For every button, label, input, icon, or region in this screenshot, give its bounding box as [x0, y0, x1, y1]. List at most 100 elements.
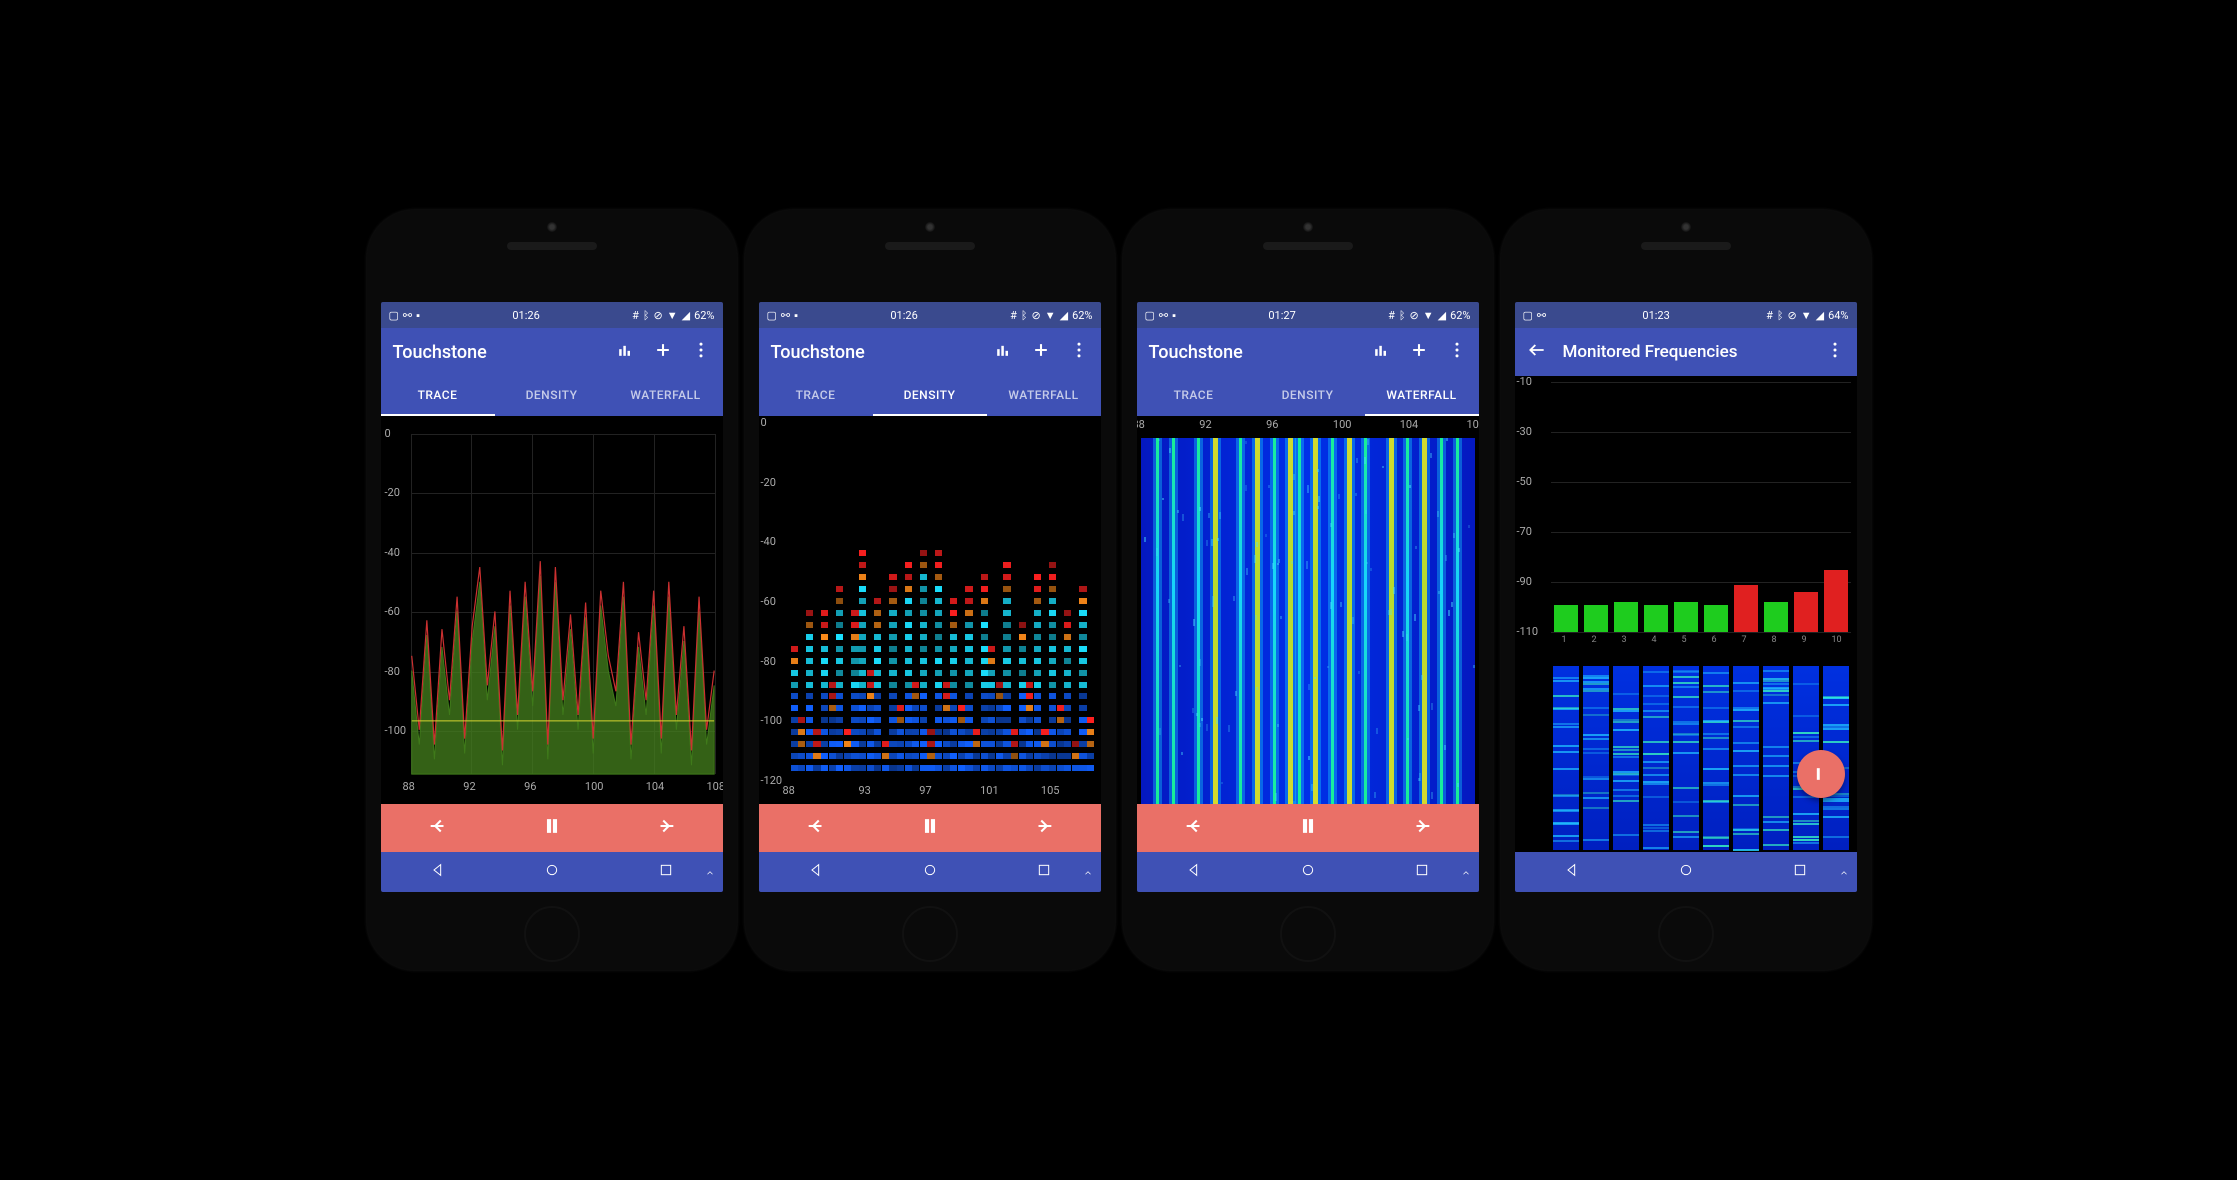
tab-density[interactable]: DENSITY — [1251, 376, 1365, 416]
pause-button[interactable] — [541, 815, 563, 841]
system-nav — [1515, 852, 1857, 892]
expand-nav-icon[interactable] — [1461, 863, 1471, 882]
back-arrow-icon[interactable] — [1527, 340, 1547, 364]
app-bar: Touchstone — [1137, 328, 1479, 376]
add-icon[interactable] — [1409, 340, 1429, 364]
expand-nav-icon[interactable] — [705, 863, 715, 882]
control-bar — [1137, 804, 1479, 852]
more-icon[interactable] — [1825, 340, 1845, 364]
status-time: 01:23 — [1642, 309, 1669, 322]
status-bar: ▢⚯▪ 01:27 #ᛒ⊘▼◢62% — [1137, 302, 1479, 328]
next-button[interactable] — [1033, 815, 1055, 841]
dnd-icon: ⊘ — [653, 309, 662, 322]
app-bar: Monitored Frequencies — [1515, 328, 1857, 376]
add-icon[interactable] — [1031, 340, 1051, 364]
bars-icon[interactable] — [615, 340, 635, 364]
bar-channel-2[interactable] — [1584, 605, 1608, 633]
add-icon[interactable] — [653, 340, 673, 364]
app-bar: Touchstone — [759, 328, 1101, 376]
more-icon[interactable] — [691, 340, 711, 364]
tab-trace[interactable]: TRACE — [759, 376, 873, 416]
bar-channel-8[interactable] — [1764, 602, 1788, 632]
app-title: Touchstone — [393, 342, 487, 363]
bar-channel-5[interactable] — [1674, 602, 1698, 632]
prev-button[interactable] — [805, 815, 827, 841]
prev-button[interactable] — [427, 815, 449, 841]
control-bar — [759, 804, 1101, 852]
bar-channel-1[interactable] — [1554, 605, 1578, 633]
system-nav — [381, 852, 723, 892]
app-bar: Touchstone — [381, 328, 723, 376]
phone-frame-4: ▢⚯ 01:23 #ᛒ⊘▼◢64% Monitored Frequencies … — [1501, 210, 1871, 970]
bar-channel-7[interactable] — [1734, 585, 1758, 633]
screen-density: ▢⚯▪ 01:26 #ᛒ⊘▼◢62% Touchstone TRACE DENS… — [759, 302, 1101, 892]
wifi-icon: ▼ — [667, 309, 678, 322]
back-button[interactable] — [1186, 862, 1202, 882]
tab-bar: TRACE DENSITY WATERFALL — [759, 376, 1101, 416]
bar-channel-4[interactable] — [1644, 605, 1668, 633]
hash-icon: # — [632, 309, 639, 322]
status-bar: ▢⚯▪ 01:26 #ᛒ⊘▼◢62% — [759, 302, 1101, 328]
bar-channel-9[interactable] — [1794, 592, 1818, 632]
system-nav — [1137, 852, 1479, 892]
phone-frame-2: ▢⚯▪ 01:26 #ᛒ⊘▼◢62% Touchstone TRACE DENS… — [745, 210, 1115, 970]
next-button[interactable] — [1411, 815, 1433, 841]
battery-pct: 62% — [694, 309, 714, 322]
prev-button[interactable] — [1183, 815, 1205, 841]
recents-button[interactable] — [1414, 862, 1430, 882]
signal-icon: ◢ — [682, 309, 690, 322]
more-icon[interactable] — [1069, 340, 1089, 364]
trace-chart[interactable]: 0-20-40-60-80-100889296100104108 — [381, 416, 723, 804]
recents-button[interactable] — [658, 862, 674, 882]
app-title: Touchstone — [771, 342, 865, 363]
back-button[interactable] — [1564, 862, 1580, 882]
back-button[interactable] — [430, 862, 446, 882]
pause-fab[interactable] — [1797, 750, 1845, 798]
recents-button[interactable] — [1792, 862, 1808, 882]
tab-trace[interactable]: TRACE — [381, 376, 495, 416]
expand-nav-icon[interactable] — [1083, 863, 1093, 882]
density-chart[interactable]: 0-20-40-60-80-100-120889397101105 — [759, 416, 1101, 804]
home-button[interactable] — [922, 862, 938, 882]
phone-frame-3: ▢⚯▪ 01:27 #ᛒ⊘▼◢62% Touchstone TRACE DENS… — [1123, 210, 1493, 970]
voicemail-icon: ⚯ — [403, 309, 412, 322]
status-time: 01:26 — [512, 309, 539, 322]
tab-waterfall[interactable]: WATERFALL — [609, 376, 723, 416]
home-button[interactable] — [1300, 862, 1316, 882]
control-bar — [381, 804, 723, 852]
expand-nav-icon[interactable] — [1839, 863, 1849, 882]
tab-waterfall[interactable]: WATERFALL — [1365, 376, 1479, 416]
more-icon[interactable] — [1447, 340, 1467, 364]
phone-frame-1: ▢ ⚯ ▪ 01:26 # ᛒ ⊘ ▼ ◢ 62% Touchstone — [367, 210, 737, 970]
tab-bar: TRACE DENSITY WATERFALL — [1137, 376, 1479, 416]
bar-channel-10[interactable] — [1824, 570, 1848, 633]
waterfall-chart[interactable]: 889296100104108 — [1137, 416, 1479, 804]
tab-bar: TRACE DENSITY WATERFALL — [381, 376, 723, 416]
bars-icon[interactable] — [1371, 340, 1391, 364]
page-title: Monitored Frequencies — [1563, 342, 1738, 362]
bar-channel-3[interactable] — [1614, 602, 1638, 632]
screen-trace: ▢ ⚯ ▪ 01:26 # ᛒ ⊘ ▼ ◢ 62% Touchstone — [381, 302, 723, 892]
screen-waterfall: ▢⚯▪ 01:27 #ᛒ⊘▼◢62% Touchstone TRACE DENS… — [1137, 302, 1479, 892]
screen-monitored: ▢⚯ 01:23 #ᛒ⊘▼◢64% Monitored Frequencies … — [1515, 302, 1857, 892]
recents-button[interactable] — [1036, 862, 1052, 882]
notif-icon: ▪ — [416, 309, 420, 322]
bars-icon[interactable] — [993, 340, 1013, 364]
back-button[interactable] — [808, 862, 824, 882]
status-time: 01:26 — [890, 309, 917, 322]
pause-button[interactable] — [919, 815, 941, 841]
tab-density[interactable]: DENSITY — [873, 376, 987, 416]
status-bar: ▢⚯ 01:23 #ᛒ⊘▼◢64% — [1515, 302, 1857, 328]
home-button[interactable] — [544, 862, 560, 882]
tab-trace[interactable]: TRACE — [1137, 376, 1251, 416]
home-button[interactable] — [1678, 862, 1694, 882]
next-button[interactable] — [655, 815, 677, 841]
tab-waterfall[interactable]: WATERFALL — [987, 376, 1101, 416]
tab-density[interactable]: DENSITY — [495, 376, 609, 416]
pause-button[interactable] — [1297, 815, 1319, 841]
status-time: 01:27 — [1268, 309, 1295, 322]
gallery-icon: ▢ — [389, 309, 399, 322]
monitored-chart[interactable]: -10-30-50-70-90-11012345678910 — [1515, 376, 1857, 852]
system-nav — [759, 852, 1101, 892]
bar-channel-6[interactable] — [1704, 605, 1728, 633]
